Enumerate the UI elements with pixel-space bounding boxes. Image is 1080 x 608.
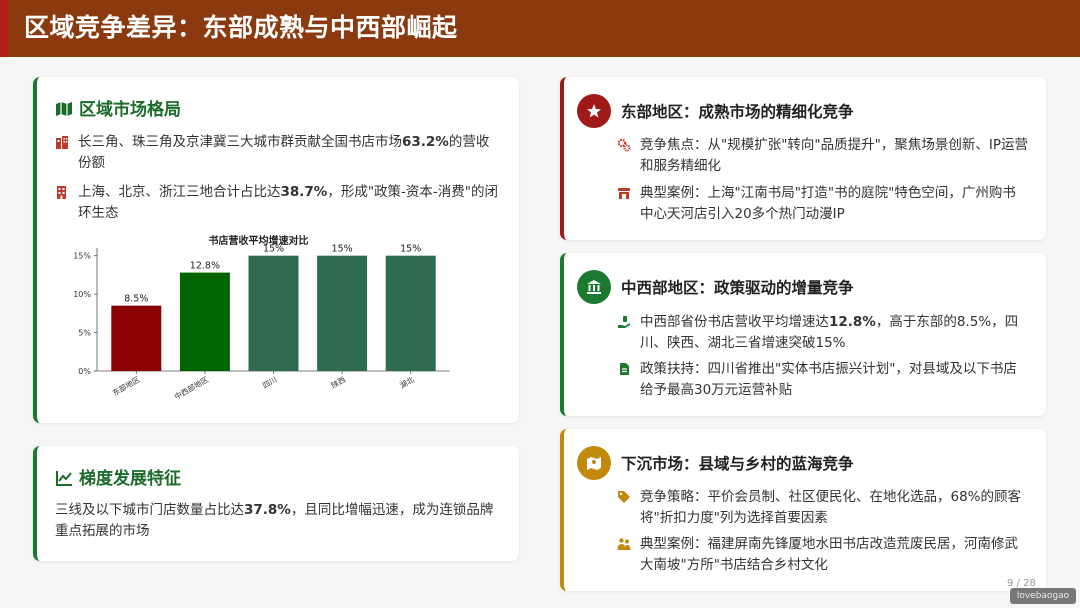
- data-label: 15%: [332, 244, 353, 255]
- x-tick-label: 东部地区: [110, 374, 141, 398]
- x-tick-label: 湖北: [398, 375, 416, 391]
- bar: [248, 255, 299, 371]
- gradient-development-title: 梯度发展特征: [55, 468, 181, 490]
- rural-market-title: 下沉市场：县域与乡村的蓝海竞争: [621, 455, 854, 473]
- people-icon: [617, 538, 631, 550]
- page-title: 区域竞争差异：东部成熟与中西部崛起: [24, 13, 458, 42]
- x-tick-label: 中西部地区: [172, 374, 210, 402]
- y-tick-label: 10%: [73, 290, 91, 299]
- bar: [317, 255, 368, 371]
- list-item: 长三角、珠三角及京津冀三大城市群贡献全国书店市场63.2%的营收份额: [55, 132, 500, 174]
- y-tick-label: 0%: [78, 367, 91, 376]
- midwest-badge: [577, 270, 611, 304]
- y-tick-label: 15%: [73, 252, 91, 261]
- trend-chart-icon: [56, 471, 72, 486]
- map-pin-icon: [587, 457, 601, 470]
- header-accent-bar: [0, 0, 8, 57]
- star-icon: [587, 104, 601, 118]
- hand-money-icon: [618, 316, 630, 328]
- document-icon: [620, 363, 629, 375]
- building-icon: [56, 136, 68, 149]
- watermark: lovebaogao: [1010, 588, 1076, 604]
- list-item: 中西部省份书店营收平均增速达12.8%，高于东部的8.5%，四川、陕西、湖北三省…: [617, 312, 1029, 354]
- page-header: 区域竞争差异：东部成熟与中西部崛起: [0, 0, 1080, 57]
- government-building-icon: [587, 280, 601, 294]
- east-badge: [577, 94, 611, 128]
- data-label: 15%: [400, 244, 421, 255]
- x-tick-label: 四川: [261, 375, 278, 390]
- list-item: 典型案例：福建屏南先锋厦地水田书店改造荒废民居，河南修武大南坡"方所"书店结合乡…: [617, 534, 1029, 576]
- x-tick-label: 陕西: [329, 374, 347, 390]
- data-label: 15%: [263, 244, 284, 255]
- rural-badge: [577, 446, 611, 480]
- data-label: 8.5%: [124, 294, 148, 305]
- regional-market-title: 区域市场格局: [55, 99, 181, 121]
- gears-icon: [617, 138, 631, 152]
- tag-icon: [618, 491, 630, 503]
- gradient-development-text: 三线及以下城市门店数量占比达37.8%，且同比增幅迅速，成为连锁品牌重点拓展的市…: [55, 502, 494, 539]
- bar: [385, 255, 436, 371]
- list-item: 竞争焦点：从"规模扩张"转向"品质提升"，聚焦场景创新、IP运营和服务精细化: [617, 135, 1029, 177]
- office-building-icon: [57, 186, 66, 199]
- list-item: 典型案例：上海"江南书局"打造"书的庭院"特色空间，广州购书中心天河店引入20多…: [617, 183, 1029, 225]
- east-region-title: 东部地区：成熟市场的精细化竞争: [621, 103, 854, 121]
- list-item: 政策扶持：四川省推出"实体书店振兴计划"，对县域及以下书店给予最高30万元运营补…: [617, 359, 1029, 401]
- chart-title: 书店营收平均增速对比: [209, 234, 309, 247]
- list-item: 上海、北京、浙江三地合计占比达38.7%，形成"政策-资本-消费"的闭环生态: [55, 182, 500, 224]
- y-tick-label: 5%: [78, 329, 91, 338]
- growth-bar-chart: 书店营收平均增速对比 0% 5% 10% 15% 8.5% 东部地区 12.8% 中西部地区 15…: [73, 234, 450, 402]
- midwest-region-title: 中西部地区：政策驱动的增量竞争: [621, 279, 854, 297]
- map-icon: [56, 102, 72, 116]
- store-icon: [618, 188, 630, 199]
- list-item: 竞争策略：平价会员制、社区便民化、在地化选品，68%的顾客将"折扣力度"列为选择…: [617, 487, 1029, 529]
- data-label: 12.8%: [190, 261, 220, 272]
- bar: [111, 305, 162, 371]
- bar: [179, 272, 230, 371]
